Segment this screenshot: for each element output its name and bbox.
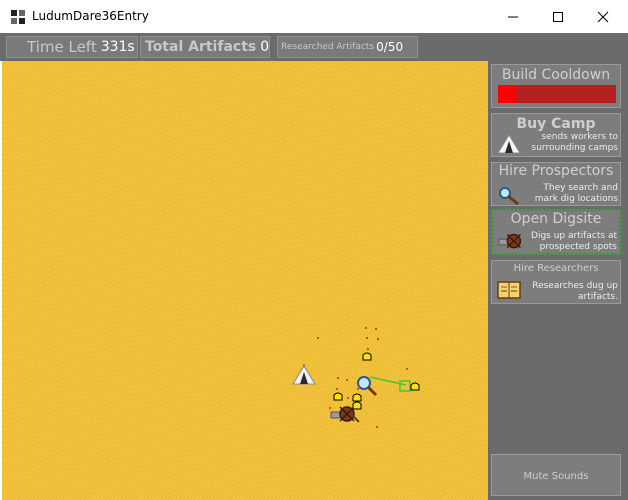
dig-marker	[346, 379, 348, 381]
hud-bar: Time Left 331s Total Artifacts 0 Researc…	[0, 33, 628, 61]
minimize-button[interactable]	[490, 0, 536, 33]
buy-camp-title: Buy Camp	[516, 116, 596, 132]
hire-researchers-desc-line: artifacts.	[578, 292, 618, 302]
researched-artifacts-panel: Researched Artifacts 0/50	[277, 36, 418, 58]
build-cooldown-bar	[498, 85, 616, 103]
build-cooldown-panel: Build Cooldown	[491, 64, 621, 108]
dig-marker	[337, 377, 339, 379]
dig-marker	[336, 388, 338, 390]
close-icon	[597, 11, 609, 22]
worker-icon	[362, 352, 372, 361]
build-sidebar: Build Cooldown Buy Camp sends workers to…	[488, 61, 628, 500]
app-icon	[11, 10, 25, 24]
hire-prospectors-desc-line: mark dig locations	[534, 194, 618, 204]
cart-shovel-icon	[498, 233, 522, 249]
dig-marker	[367, 348, 369, 350]
hire-prospectors-desc: They search and mark dig locations	[535, 183, 618, 205]
dig-marker	[406, 368, 408, 370]
hire-researchers-title: Hire Researchers	[513, 263, 599, 274]
researched-artifacts-label: Researched Artifacts	[281, 42, 375, 52]
dig-marker	[375, 328, 377, 330]
window-titlebar: LudumDare36Entry	[0, 0, 628, 33]
total-artifacts-value: 0	[260, 39, 270, 55]
worker-icon	[352, 401, 362, 410]
magnifier-pickaxe-icon	[499, 187, 519, 205]
researched-artifacts-value: 0/50	[376, 40, 404, 54]
minimize-icon	[508, 16, 518, 17]
total-artifacts-label: Total Artifacts	[145, 39, 257, 55]
open-digsite-button[interactable]: Open Digsite Digs up artifacts at prospe…	[491, 209, 621, 255]
total-artifacts-panel: Total Artifacts 0	[140, 36, 270, 58]
close-button[interactable]	[580, 0, 626, 33]
time-left-value: 331s	[100, 39, 135, 55]
buy-camp-desc-line: sends workers to	[541, 132, 618, 142]
open-digsite-desc-line: prospected spots	[539, 242, 617, 252]
dig-marker	[317, 337, 319, 339]
maximize-button[interactable]	[535, 0, 581, 33]
worker-icon	[410, 382, 420, 391]
mute-sounds-button[interactable]: Mute Sounds	[491, 454, 621, 496]
game-map[interactable]	[2, 61, 488, 500]
open-digsite-title: Open Digsite	[510, 211, 602, 227]
dig-marker	[365, 327, 367, 329]
time-left-panel: Time Left 331s	[6, 36, 138, 58]
buy-camp-button[interactable]: Buy Camp sends workers to surrounding ca…	[491, 113, 621, 157]
dig-marker	[366, 337, 368, 339]
buy-camp-desc-line: surrounding camps	[531, 143, 618, 153]
window-title: LudumDare36Entry	[32, 9, 149, 23]
open-digsite-desc: Digs up artifacts at prospected spots	[531, 231, 617, 253]
mute-sounds-label: Mute Sounds	[523, 471, 589, 482]
time-left-label: Time Left	[27, 38, 97, 56]
maximize-icon	[553, 11, 563, 22]
worker-icon	[333, 392, 343, 401]
hire-prospectors-button[interactable]: Hire Prospectors They search and mark di…	[491, 162, 621, 206]
hire-prospectors-title: Hire Prospectors	[498, 163, 614, 179]
build-cooldown-fill	[498, 85, 516, 103]
open-digsite-desc-line: Digs up artifacts at	[531, 231, 617, 241]
camp-tent-icon[interactable]	[291, 364, 317, 386]
hire-prospectors-desc-line: They search and	[543, 183, 618, 193]
dig-marker	[376, 426, 378, 428]
book-icon	[497, 281, 521, 299]
tent-icon	[497, 134, 521, 154]
hire-researchers-button[interactable]: Hire Researchers Researches dug up artif…	[491, 260, 621, 304]
dig-marker	[377, 338, 379, 340]
build-cooldown-label: Build Cooldown	[501, 67, 611, 83]
hire-researchers-desc-line: Researches dug up	[532, 281, 618, 291]
dig-marker	[347, 397, 349, 399]
buy-camp-desc: sends workers to surrounding camps	[532, 132, 618, 154]
hire-researchers-desc: Researches dug up artifacts.	[532, 281, 618, 303]
